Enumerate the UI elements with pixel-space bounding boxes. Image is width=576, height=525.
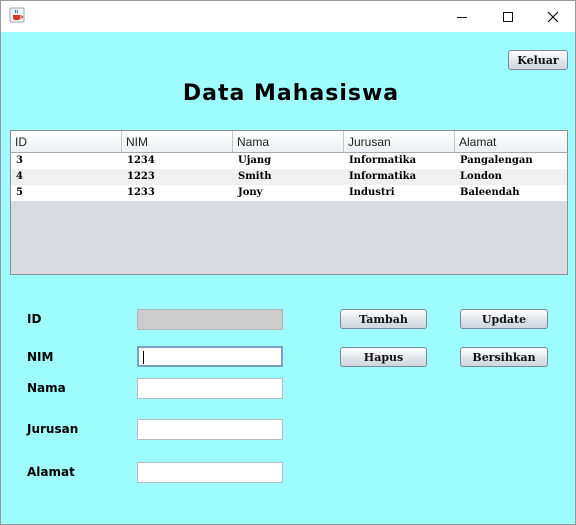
close-icon [547, 11, 559, 22]
table-cell: Informatika [349, 171, 417, 182]
title-bar [1, 1, 575, 32]
column-header-jurusan[interactable]: Jurusan [344, 131, 455, 152]
table-cell: 1233 [127, 187, 155, 198]
alamat-field[interactable] [137, 462, 283, 483]
nama-label: Nama [27, 381, 66, 395]
nim-field[interactable] [137, 346, 283, 367]
table-cell: Pangalengan [460, 155, 533, 166]
alamat-label: Alamat [27, 465, 75, 479]
table-cell: Baleendah [460, 187, 520, 198]
exit-button[interactable]: Keluar [508, 50, 568, 70]
table-cell: 5 [16, 187, 23, 198]
text-caret [143, 351, 144, 364]
table-row[interactable]: 5 1233 Jony Industri Baleendah [11, 185, 567, 201]
column-header-nama[interactable]: Nama [233, 131, 344, 152]
table-cell: Jony [238, 187, 263, 198]
table-cell: 4 [16, 171, 23, 182]
jurusan-label: Jurusan [27, 422, 79, 436]
table-header: ID NIM Nama Jurusan Alamat [11, 131, 567, 153]
minimize-button[interactable] [439, 1, 485, 32]
table-cell: Smith [238, 171, 272, 182]
table-row[interactable]: 3 1234 Ujang Informatika Pangalengan [11, 153, 567, 169]
column-header-nim[interactable]: NIM [122, 131, 233, 152]
table-row[interactable]: 4 1223 Smith Informatika London [11, 169, 567, 185]
add-button[interactable]: Tambah [340, 309, 427, 329]
clear-button[interactable]: Bersihkan [460, 347, 548, 367]
id-field [137, 309, 283, 330]
table-cell: Ujang [238, 155, 272, 166]
table-cell: 1234 [127, 155, 155, 166]
table-cell: 3 [16, 155, 23, 166]
column-header-alamat[interactable]: Alamat [455, 131, 567, 152]
table-cell: London [460, 171, 502, 182]
app-window: Keluar Data Mahasiswa ID NIM Nama Jurusa… [0, 0, 576, 525]
table-cell: Industri [349, 187, 395, 198]
maximize-button[interactable] [485, 1, 531, 32]
column-header-id[interactable]: ID [11, 131, 122, 152]
close-button[interactable] [530, 1, 575, 32]
student-table[interactable]: ID NIM Nama Jurusan Alamat 3 1234 Ujang … [10, 130, 568, 275]
maximize-icon [503, 11, 513, 22]
update-button[interactable]: Update [460, 309, 548, 329]
nama-field[interactable] [137, 378, 283, 399]
table-cell: Informatika [349, 155, 417, 166]
delete-button[interactable]: Hapus [340, 347, 427, 367]
jurusan-field[interactable] [137, 419, 283, 440]
page-title: Data Mahasiswa [182, 81, 400, 106]
id-label: ID [27, 312, 42, 326]
table-cell: 1223 [127, 171, 155, 182]
minimize-icon [457, 16, 467, 18]
nim-label: NIM [27, 350, 54, 364]
java-cup-icon [9, 7, 25, 23]
